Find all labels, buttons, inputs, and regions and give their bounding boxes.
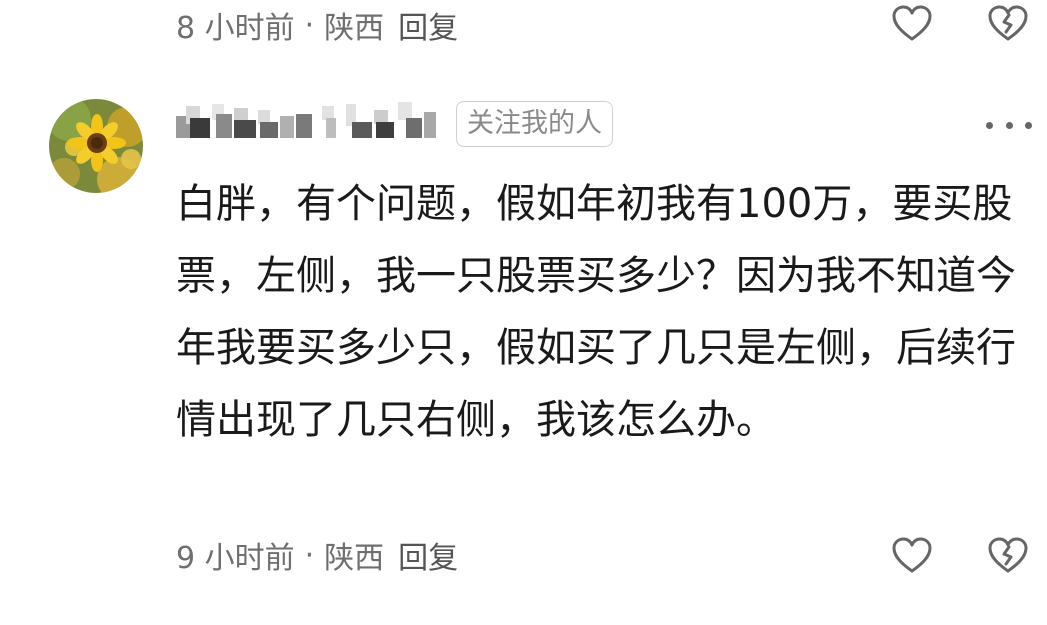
- more-dots-icon: [986, 121, 993, 129]
- more-dots-icon: [1005, 121, 1013, 129]
- comment-time: 9 小时前: [176, 541, 295, 576]
- more-dots-icon: [1025, 121, 1032, 129]
- previous-comment-reply-button[interactable]: 回复: [398, 3, 458, 47]
- meta-separator: ·: [304, 537, 315, 573]
- pixelated-username-image: [176, 102, 436, 138]
- more-options-button[interactable]: [986, 110, 1032, 140]
- heart-icon: [892, 537, 932, 573]
- comment-meta: 9 小时前 · 陕西 回复: [176, 530, 458, 580]
- meta-separator: ·: [304, 7, 315, 43]
- previous-dislike-button[interactable]: [985, 0, 1031, 46]
- username-obscured[interactable]: [176, 100, 438, 144]
- follower-badge: 关注我的人: [456, 101, 613, 147]
- comment-location: 陕西: [324, 541, 385, 576]
- previous-comment-location: 陕西: [324, 11, 385, 46]
- avatar[interactable]: [49, 99, 143, 193]
- comment-reply-button[interactable]: 回复: [398, 533, 458, 577]
- comment-body: 白胖，有个问题，假如年初我有100万，要买股票，左侧，我一只股票买多少？因为我不…: [176, 181, 1016, 443]
- previous-like-button[interactable]: [889, 0, 935, 46]
- broken-heart-icon: [988, 537, 1028, 573]
- sunflower-avatar-image: [49, 99, 143, 193]
- previous-comment-meta: 8 小时前 · 陕西 回复: [176, 0, 458, 50]
- broken-heart-icon: [988, 5, 1028, 41]
- previous-comment-time: 8 小时前: [176, 11, 295, 46]
- like-button[interactable]: [889, 532, 935, 578]
- heart-icon: [892, 5, 932, 41]
- dislike-button[interactable]: [985, 532, 1031, 578]
